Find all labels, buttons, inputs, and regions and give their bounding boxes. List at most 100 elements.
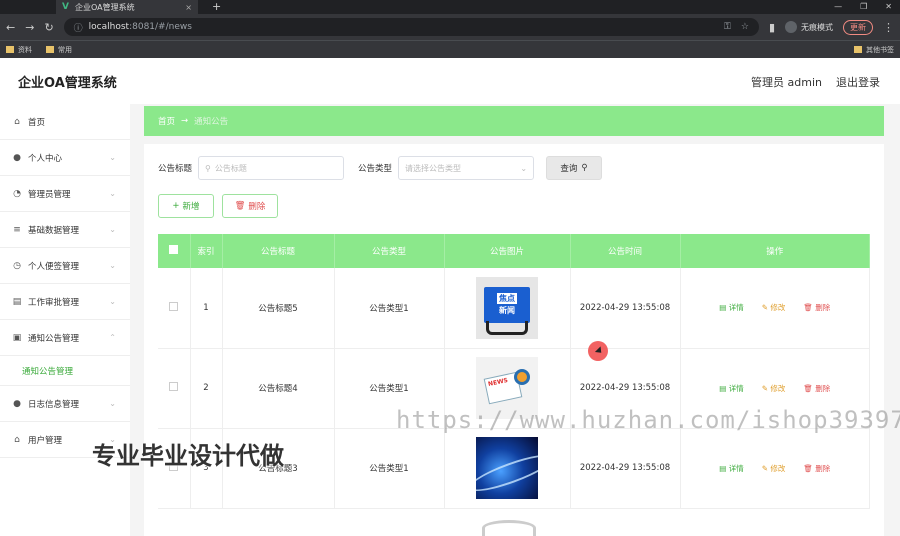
bookmarks-bar: 资料 常用 其他书签 — [0, 40, 900, 58]
detail-button[interactable]: ▤ 详情 — [719, 383, 743, 394]
info-icon: ⓘ — [73, 23, 83, 34]
type-placeholder: 请选择公告类型 — [405, 163, 462, 173]
title-placeholder: 公告标题 — [214, 163, 247, 173]
delete-button[interactable]: 🗑 删除 — [803, 383, 830, 394]
cell-actions: ▤ 详情 ✎ 修改 🗑 删除 — [680, 428, 870, 509]
user-area: 管理员 admin 退出登录 — [751, 74, 880, 90]
vue-logo-icon: V — [62, 2, 69, 12]
detail-label: 详情 — [728, 303, 744, 313]
batch-delete-button[interactable]: 🗑 删除 — [222, 194, 278, 218]
search-icon: ⚲ — [205, 163, 211, 173]
close-icon[interactable]: × — [185, 3, 192, 12]
delete-button[interactable]: 🗑 删除 — [803, 463, 830, 474]
detail-button[interactable]: ▤ 详情 — [719, 302, 743, 313]
sidebar-panel-icon[interactable]: ▮ — [769, 21, 775, 34]
back-icon[interactable]: ← — [6, 21, 15, 34]
sidebar-item-label: 个人便签管理 — [28, 261, 80, 272]
table-row-partial — [158, 514, 870, 536]
address-bar[interactable]: ⓘ localhost:8081/#/news ⚿ ☆ — [63, 18, 759, 36]
type-select[interactable]: 请选择公告类型 ⌄ — [398, 156, 535, 180]
remove-label: 删除 — [815, 383, 831, 393]
sidebar-item-label: 个人中心 — [28, 153, 63, 164]
row-checkbox-cell[interactable] — [158, 268, 191, 349]
new-tab-button[interactable]: + — [212, 0, 221, 14]
sidebar-item-notice[interactable]: ▣ 通知公告管理 ⌃ — [0, 320, 130, 356]
reload-icon[interactable]: ↻ — [44, 21, 53, 34]
select-all-checkbox[interactable] — [169, 245, 179, 254]
chevron-up-icon: ⌃ — [109, 333, 116, 342]
forward-icon[interactable]: → — [25, 21, 34, 34]
promo-overlay: 专业毕业设计代做 — [92, 442, 284, 470]
image-text: 新闻 — [499, 306, 515, 316]
bookmark-folder[interactable]: 资料 — [6, 45, 32, 55]
cell-time: 2022-04-29 13:55:08 — [570, 268, 681, 349]
sidebar-item-notes[interactable]: ◷ 个人便签管理 ⌄ — [0, 248, 130, 284]
edit-button[interactable]: ✎ 修改 — [762, 383, 786, 394]
profile-label: 无痕模式 — [801, 22, 833, 32]
update-button[interactable]: 更新 — [843, 19, 873, 35]
gauge-icon: ◔ — [13, 188, 21, 199]
detail-label: 详情 — [728, 383, 744, 393]
current-user: 管理员 admin — [751, 76, 822, 89]
mouse-cursor — [588, 341, 608, 361]
chevron-down-icon: ⌄ — [109, 261, 116, 270]
sidebar-item-admin[interactable]: ◔ 管理员管理 ⌄ — [0, 176, 130, 212]
col-title[interactable]: 公告标题 — [222, 234, 335, 268]
col-index[interactable]: 索引 — [190, 234, 223, 268]
url-host: localhost — [88, 22, 130, 32]
row-checkbox[interactable] — [169, 382, 179, 391]
remove-label: 删除 — [815, 463, 831, 473]
chevron-down-icon: ⌄ — [109, 153, 116, 162]
sidebar-item-basic-data[interactable]: ≡ 基础数据管理 ⌄ — [0, 212, 130, 248]
phone-graphic — [486, 320, 528, 335]
restore-icon[interactable]: ❐ — [860, 0, 867, 14]
chevron-down-icon: ⌄ — [520, 163, 528, 173]
other-bookmarks[interactable]: 其他书签 — [854, 45, 894, 55]
notice-image[interactable]: 焦点 新闻 — [476, 276, 538, 339]
globe-ring-graphic — [476, 448, 538, 498]
col-type[interactable]: 公告类型 — [334, 234, 445, 268]
add-button[interactable]: + 新增 — [158, 194, 214, 218]
bookmark-folder[interactable]: 常用 — [46, 45, 72, 55]
chevron-down-icon: ⌄ — [109, 297, 116, 306]
query-button[interactable]: 查询 ⚲ — [546, 156, 603, 180]
close-window-icon[interactable]: ✕ — [885, 0, 892, 14]
star-icon[interactable]: ☆ — [741, 22, 749, 32]
row-checkbox[interactable] — [169, 301, 179, 311]
menu-icon[interactable]: ⋮ — [883, 21, 894, 34]
sidebar-item-approval[interactable]: ▤ 工作审批管理 ⌄ — [0, 284, 130, 320]
key-icon[interactable]: ⚿ — [724, 22, 731, 32]
col-actions: 操作 — [680, 234, 870, 268]
cell-image: 焦点 新闻 — [444, 268, 571, 349]
folder-icon — [6, 46, 14, 53]
browser-tab-strip: V 企业OA管理系统 × + — ❐ ✕ — [0, 0, 900, 14]
minimize-icon[interactable]: — — [834, 0, 842, 14]
select-all-cell[interactable] — [158, 234, 191, 268]
url-path: :8081/#/news — [129, 22, 192, 32]
title-search-input[interactable]: ⚲ 公告标题 — [198, 156, 345, 180]
detail-button[interactable]: ▤ 详情 — [719, 463, 743, 474]
sidebar-item-log[interactable]: ● 日志信息管理 ⌄ — [0, 386, 130, 422]
sidebar-item-home[interactable]: ⌂ 首页 — [0, 104, 130, 140]
sidebar-subitem-notice-manage[interactable]: 通知公告管理 — [0, 356, 130, 386]
row-checkbox-cell[interactable] — [158, 348, 191, 429]
browser-tab[interactable]: V 企业OA管理系统 × — [56, 0, 198, 14]
col-time[interactable]: 公告时间 — [570, 234, 681, 268]
notice-image[interactable] — [476, 437, 538, 499]
plus-icon: + — [172, 201, 180, 211]
breadcrumb-home[interactable]: 首页 — [158, 115, 175, 127]
edit-button[interactable]: ✎ 修改 — [762, 302, 786, 313]
add-label: 新增 — [182, 202, 200, 212]
edit-button[interactable]: ✎ 修改 — [762, 463, 786, 474]
cell-time: 2022-04-29 13:55:08 — [570, 428, 681, 509]
breadcrumb-current: 通知公告 — [194, 117, 229, 127]
trash-icon: 🗑 — [234, 201, 246, 211]
query-label: 查询 — [560, 164, 578, 174]
delete-button[interactable]: 🗑 删除 — [803, 302, 830, 313]
sidebar: ⌂ 首页 ● 个人中心 ⌄ ◔ 管理员管理 ⌄ ≡ 基础数据管理 ⌄ ◷ 个人便签管理 ⌄ ▤ 工作… — [0, 104, 130, 536]
main-content: 首页 → 通知公告 公告标题 ⚲ 公告标题 公告类型 请选择公告类型 ⌄ 查询 ⚲ +… — [130, 104, 900, 536]
detail-label: 详情 — [728, 463, 744, 473]
incognito-profile[interactable]: 无痕模式 — [785, 21, 833, 33]
sidebar-item-personal[interactable]: ● 个人中心 ⌄ — [0, 140, 130, 176]
logout-link[interactable]: 退出登录 — [836, 74, 880, 90]
